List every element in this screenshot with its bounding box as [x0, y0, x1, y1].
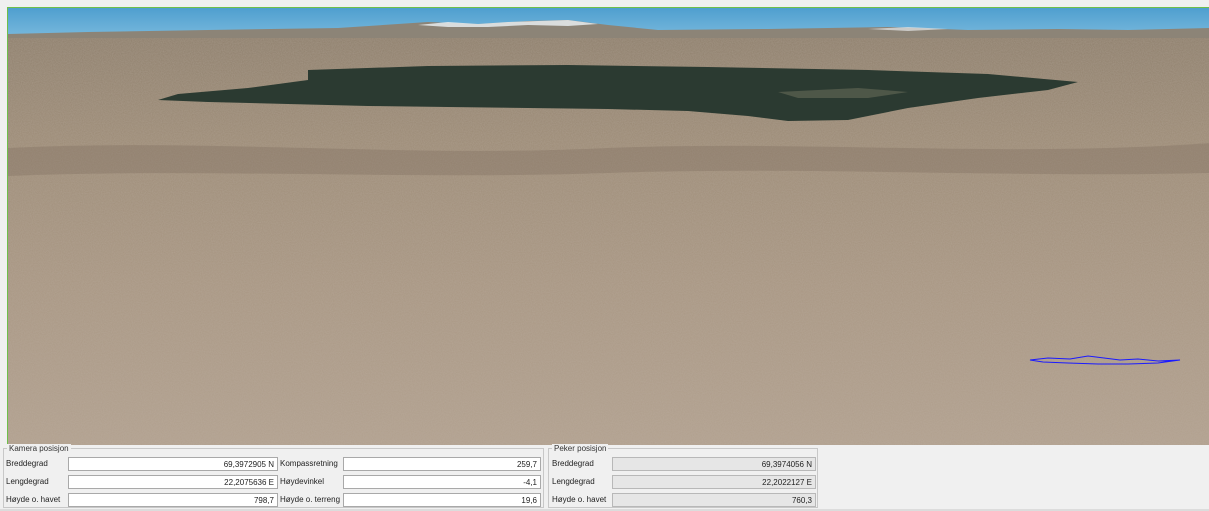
pointer-latitude-field: 69,3974056 N [612, 457, 816, 471]
compass-heading-label: Kompassretning [280, 459, 338, 468]
camera-altitude-field[interactable]: 798,7 [68, 493, 278, 507]
height-above-terrain-field[interactable]: 19,6 [343, 493, 541, 507]
camera-panel-title: Kamera posisjon [7, 444, 71, 454]
pointer-altitude-label: Høyde o. havet [552, 495, 607, 504]
camera-latitude-label: Breddegrad [6, 459, 48, 468]
pointer-panel-title: Peker posisjon [552, 444, 609, 454]
camera-longitude-field[interactable]: 22,2075636 E [68, 475, 278, 489]
camera-position-panel: Kamera posisjon Breddegrad 69,3972905 N … [3, 444, 544, 508]
pointer-altitude-field: 760,3 [612, 493, 816, 507]
terrain-scene [8, 8, 1209, 445]
camera-altitude-label: Høyde o. havet [6, 495, 61, 504]
elevation-angle-field[interactable]: -4,1 [343, 475, 541, 489]
camera-longitude-label: Lengdegrad [6, 477, 49, 486]
pointer-latitude-label: Breddegrad [552, 459, 594, 468]
height-above-terrain-label: Høyde o. terreng [280, 495, 341, 504]
terrain-3d-view[interactable] [7, 7, 1209, 445]
pointer-position-panel: Peker posisjon Breddegrad 69,3974056 N L… [548, 444, 818, 508]
pointer-longitude-field: 22,2022127 E [612, 475, 816, 489]
pointer-longitude-label: Lengdegrad [552, 477, 595, 486]
compass-heading-field[interactable]: 259,7 [343, 457, 541, 471]
camera-latitude-field[interactable]: 69,3972905 N [68, 457, 278, 471]
elevation-angle-label: Høydevinkel [280, 477, 325, 486]
